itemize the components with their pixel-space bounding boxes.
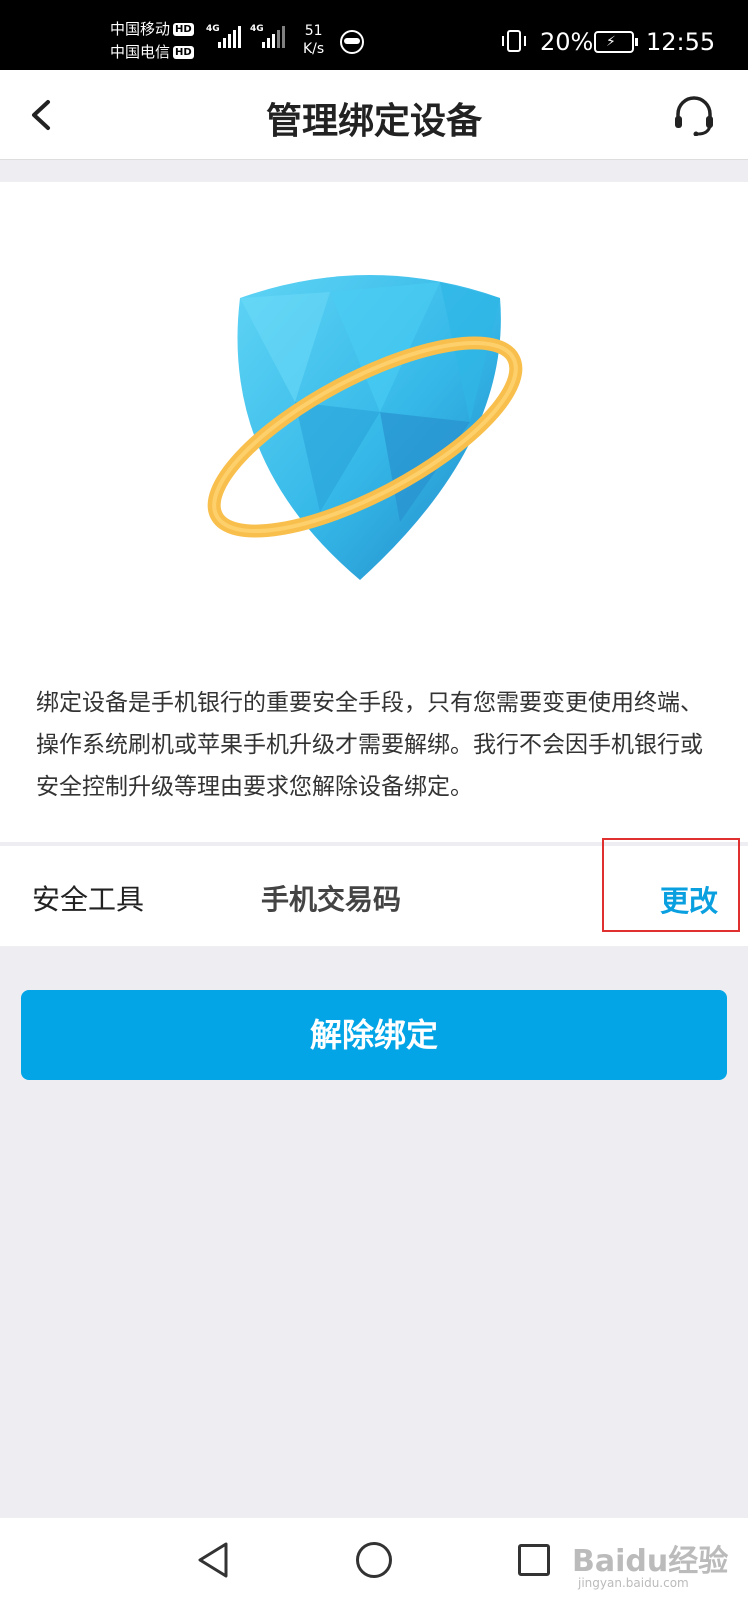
- headset-icon[interactable]: [672, 96, 716, 136]
- nav-home-icon[interactable]: [356, 1542, 392, 1578]
- signal-icon: 4G: [250, 24, 285, 48]
- signal-icon: 4G: [206, 24, 241, 48]
- hd-badge: HD: [173, 23, 194, 36]
- nav-back-icon[interactable]: [196, 1540, 232, 1580]
- content-card: 绑定设备是手机银行的重要安全手段，只有您需要变更使用终端、操作系统刷机或苹果手机…: [0, 182, 748, 842]
- baidu-watermark: Baidu经验 jingyan.baidu.com: [572, 1532, 732, 1596]
- carrier-2: 中国电信: [110, 43, 171, 61]
- net-speed: 51 K/s: [303, 23, 325, 57]
- hd-badge: HD: [173, 46, 194, 59]
- description-text: 绑定设备是手机银行的重要安全手段，只有您需要变更使用终端、操作系统刷机或苹果手机…: [36, 690, 703, 800]
- watermark-sub: jingyan.baidu.com: [578, 1576, 689, 1590]
- battery-percent: 20%: [540, 28, 594, 56]
- shield-illustration: [207, 275, 523, 580]
- status-bar: 中国移动 HD 中国电信 HD 4G 4G 51 K/s 20% ⚡ 12:55: [0, 0, 748, 70]
- page-title: 管理绑定设备: [265, 101, 482, 142]
- vibrate-icon: [502, 30, 526, 52]
- change-label: 更改: [659, 884, 718, 918]
- change-button[interactable]: 更改: [602, 838, 740, 932]
- unbind-button[interactable]: 解除绑定: [21, 990, 727, 1080]
- battery-charging-icon: ⚡: [594, 31, 638, 53]
- security-tool-label: 安全工具: [32, 883, 145, 916]
- nav-recent-icon[interactable]: [518, 1544, 550, 1576]
- sunglasses-face-icon: [340, 30, 364, 54]
- carrier-info: 中国移动 HD 中国电信 HD: [110, 18, 194, 64]
- nav-bar: 管理绑定设备: [0, 70, 748, 160]
- clock: 12:55: [646, 28, 716, 56]
- system-nav-bar: Baidu经验 jingyan.baidu.com: [0, 1518, 748, 1600]
- security-tool-row: 安全工具 手机交易码 更改: [0, 838, 748, 946]
- carrier-1: 中国移动: [110, 20, 171, 38]
- security-tool-value: 手机交易码: [261, 883, 402, 916]
- watermark-main: Baidu经验: [572, 1544, 729, 1579]
